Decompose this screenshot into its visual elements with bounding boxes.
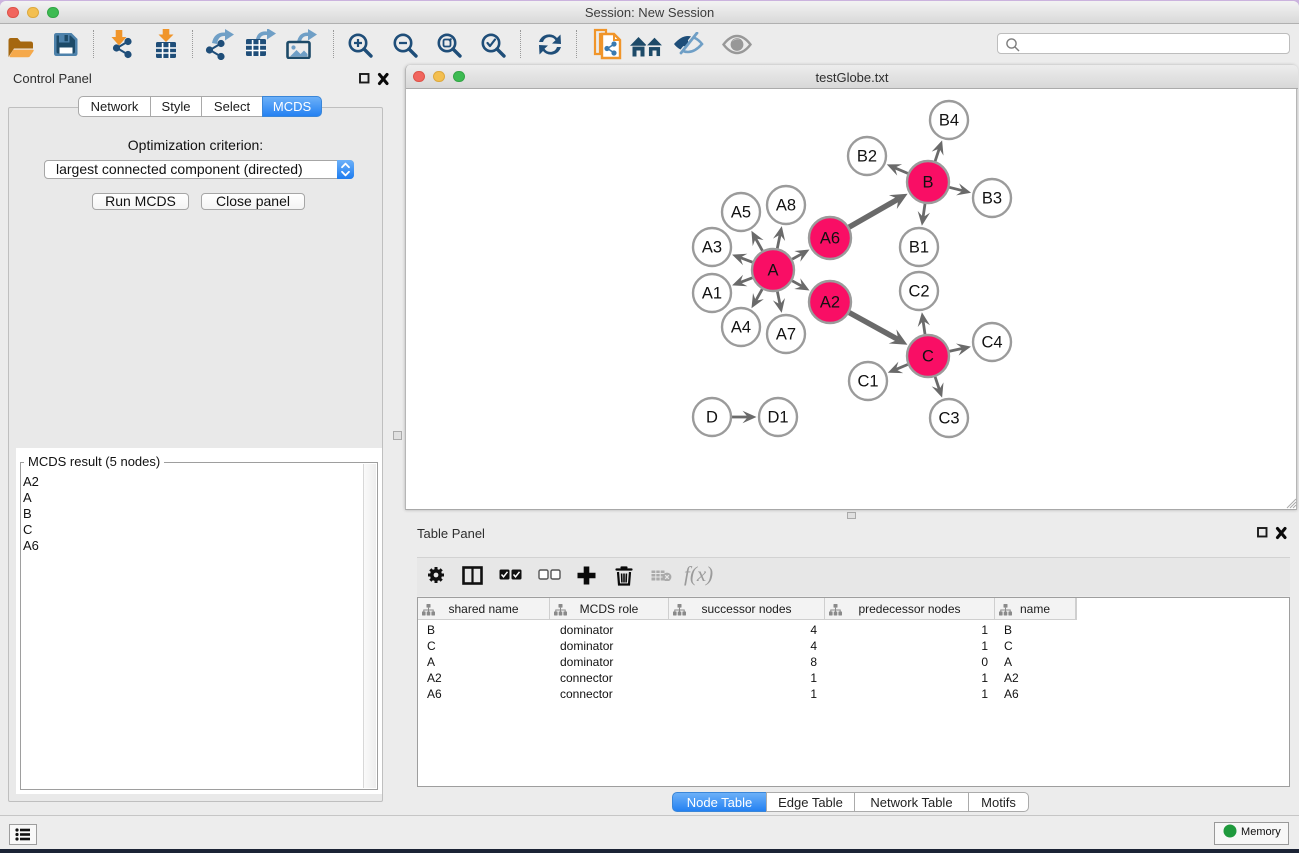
svg-text:D1: D1 [767,409,788,427]
svg-text:C2: C2 [908,283,929,301]
svg-text:A3: A3 [702,239,722,257]
svg-text:A2: A2 [820,294,840,312]
svg-text:A: A [767,262,778,280]
svg-text:B4: B4 [939,112,959,130]
svg-text:A6: A6 [820,230,840,248]
svg-text:C1: C1 [857,373,878,391]
svg-text:A7: A7 [776,326,796,344]
svg-text:A8: A8 [776,197,796,215]
svg-text:B: B [922,174,933,192]
svg-text:A5: A5 [731,204,751,222]
svg-text:C: C [922,348,934,366]
svg-text:D: D [706,409,718,427]
svg-text:A1: A1 [702,285,722,303]
svg-text:B2: B2 [857,148,877,166]
svg-text:B3: B3 [982,190,1002,208]
svg-text:C4: C4 [981,334,1002,352]
svg-text:C3: C3 [938,410,959,428]
svg-text:B1: B1 [909,239,929,257]
svg-text:A4: A4 [731,319,751,337]
